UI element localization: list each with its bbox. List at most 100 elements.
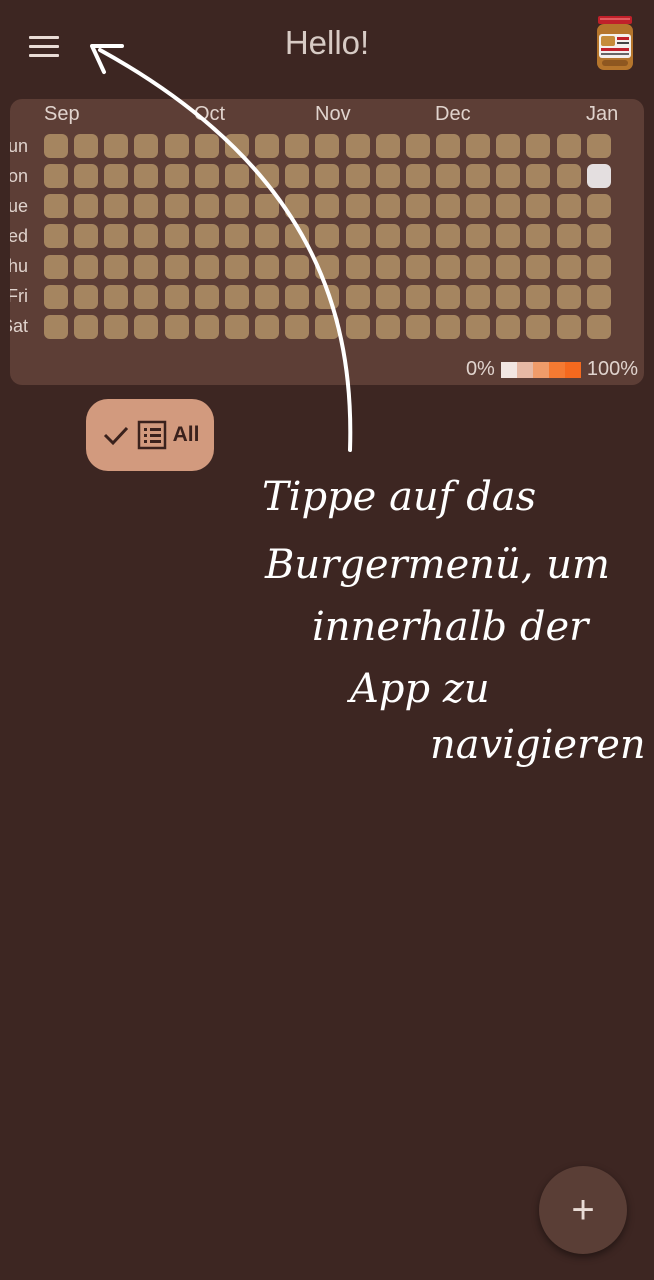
heatmap-cell	[405, 134, 430, 158]
heatmap-cell	[345, 194, 370, 219]
plus-icon: +	[571, 1188, 595, 1232]
heatmap-cell	[466, 164, 491, 189]
legend-color-scale	[500, 361, 581, 378]
heatmap-cell-active	[586, 164, 611, 189]
hint-line: innerhalb der	[312, 604, 591, 650]
heatmap-cell	[586, 224, 611, 249]
heatmap-cell	[134, 284, 159, 309]
heatmap-cell	[526, 284, 551, 309]
heatmap-cell	[74, 284, 99, 309]
heatmap-cell	[285, 254, 310, 279]
heatmap-cell	[164, 164, 189, 189]
app-bar: Hello!	[0, 0, 654, 90]
heatmap-cell	[194, 254, 219, 279]
heatmap-cell	[285, 314, 310, 339]
heatmap-cell	[194, 314, 219, 339]
heatmap-cell	[556, 284, 581, 309]
heatmap-cell	[345, 254, 370, 279]
heatmap-cell	[315, 134, 340, 158]
heatmap-cell	[104, 314, 129, 339]
legend-swatch	[564, 361, 581, 378]
heatmap-cell	[345, 224, 370, 249]
legend-swatch	[500, 361, 517, 378]
heatmap-cell	[556, 134, 581, 158]
heatmap-cell	[375, 164, 400, 189]
heatmap-cell	[556, 194, 581, 219]
heatmap-cell	[405, 254, 430, 279]
heatmap-cell	[345, 284, 370, 309]
heatmap-cell	[44, 194, 68, 219]
page-title: Hello!	[284, 24, 370, 61]
heatmap-cell	[375, 224, 400, 249]
heatmap-cell	[74, 134, 99, 158]
heatmap-cell	[315, 254, 340, 279]
heatmap-cell	[255, 224, 280, 249]
weekday-label: Sat	[10, 316, 28, 336]
heatmap-cell	[164, 134, 189, 158]
heatmap-cell	[224, 254, 249, 279]
heatmap-cell	[134, 164, 159, 189]
heatmap-cell	[496, 164, 521, 189]
heatmap-cell	[44, 254, 68, 279]
heatmap-cell	[496, 314, 521, 339]
heatmap-cell	[466, 284, 491, 309]
heatmap-cell	[496, 194, 521, 219]
heatmap-cell	[44, 164, 68, 189]
heatmap-cell	[526, 254, 551, 279]
peanut-butter-jar-icon[interactable]	[594, 14, 636, 74]
heatmap-cell	[405, 224, 430, 249]
heatmap-cell	[224, 164, 249, 189]
heatmap-cell	[496, 284, 521, 309]
heatmap-cell	[134, 314, 159, 339]
heatmap-cell	[405, 164, 430, 189]
legend-swatch	[548, 361, 565, 378]
heatmap-cell	[315, 194, 340, 219]
heatmap-cell	[556, 164, 581, 189]
heatmap-cell	[224, 194, 249, 219]
hint-line: App zu	[346, 666, 490, 712]
heatmap-cell	[466, 134, 491, 158]
month-label: Oct	[194, 103, 226, 125]
heatmap-cell	[74, 314, 99, 339]
heatmap-cell	[435, 314, 460, 339]
heatmap-cell	[375, 194, 400, 219]
heatmap-cell	[44, 284, 68, 309]
weekday-label: Fri	[10, 286, 28, 306]
heatmap-cell	[315, 164, 340, 189]
heatmap-cell	[285, 284, 310, 309]
heatmap-cell	[134, 224, 159, 249]
heatmap-cell	[74, 224, 99, 249]
heatmap-cell	[526, 314, 551, 339]
heatmap-cell	[375, 314, 400, 339]
heatmap-cell	[466, 314, 491, 339]
heatmap-cell	[556, 314, 581, 339]
heatmap-cell	[285, 164, 310, 189]
heatmap-cell	[586, 284, 611, 309]
heatmap-cell	[255, 314, 280, 339]
heatmap-cell	[586, 194, 611, 219]
heatmap-cell	[435, 164, 460, 189]
heatmap-cell	[224, 134, 249, 158]
heatmap-cell	[104, 164, 129, 189]
heatmap-cell	[435, 194, 460, 219]
heatmap-cell	[134, 254, 159, 279]
heatmap-cell	[194, 134, 219, 158]
heatmap-cell	[466, 194, 491, 219]
filter-all-chip[interactable]: All	[86, 399, 214, 471]
heatmap-cell	[164, 314, 189, 339]
heatmap-cell	[435, 284, 460, 309]
add-button[interactable]: +	[539, 1166, 627, 1254]
heatmap-cell	[164, 284, 189, 309]
activity-heatmap: Sep Oct Nov Dec Jan Sun Mon Tue Wed Thu …	[10, 99, 644, 385]
heatmap-cell	[164, 224, 189, 249]
heatmap-cell	[194, 194, 219, 219]
heatmap-cell	[104, 194, 129, 219]
legend-swatch	[532, 361, 549, 378]
heatmap-cell	[586, 254, 611, 279]
heatmap-cell	[194, 284, 219, 309]
hint-line: Tippe auf das	[262, 474, 536, 520]
heatmap-cell	[255, 134, 280, 158]
weekday-label: Sun	[10, 136, 28, 156]
legend-swatch	[516, 361, 533, 378]
weekday-label: Mon	[10, 166, 28, 186]
